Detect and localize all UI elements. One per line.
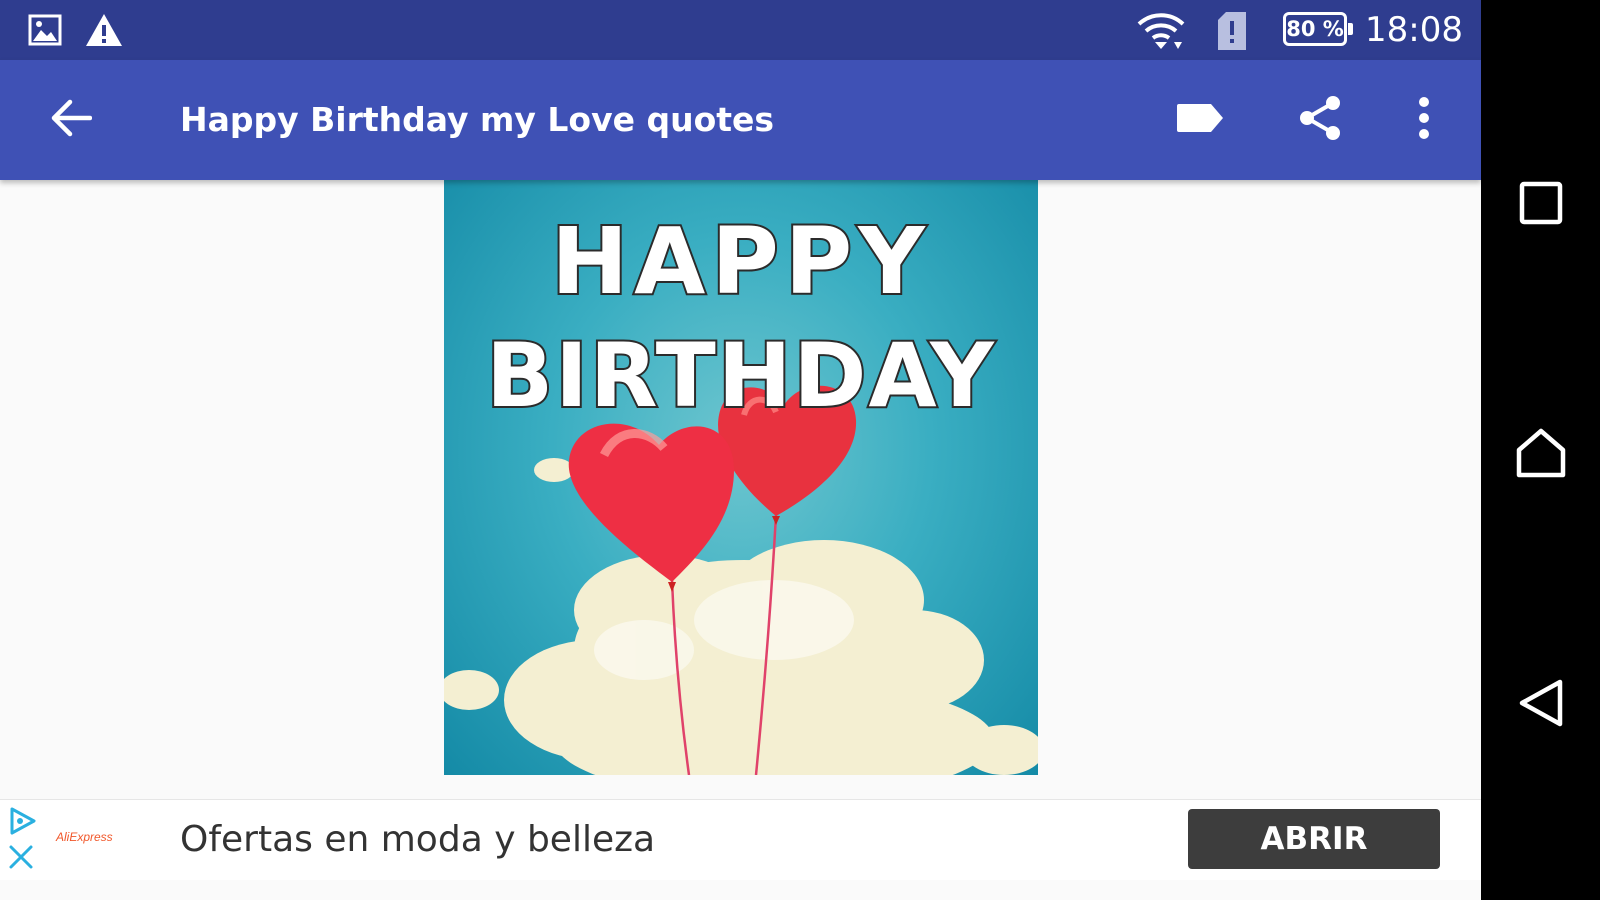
wifi-icon — [1136, 12, 1186, 57]
adchoices-icon[interactable] — [8, 806, 38, 841]
card-headline-birthday: BIRTHDAY — [484, 324, 996, 428]
label-button[interactable] — [1168, 88, 1232, 152]
image-icon — [28, 14, 62, 51]
recents-icon — [1519, 181, 1563, 230]
birthday-card-image[interactable]: HAPPY BIRTHDAY — [444, 180, 1038, 775]
status-bar: 80 % 18:08 — [0, 0, 1481, 60]
label-icon — [1175, 100, 1225, 141]
sim-alert-icon — [1216, 10, 1248, 57]
card-headline-happy: HAPPY — [549, 208, 931, 315]
more-vert-icon — [1417, 96, 1431, 145]
more-options-button[interactable] — [1392, 88, 1456, 152]
home-button[interactable] — [1481, 410, 1600, 500]
share-icon — [1297, 94, 1343, 147]
navigation-bar — [1481, 0, 1600, 900]
back-nav-button[interactable] — [1481, 660, 1600, 750]
recents-button[interactable] — [1481, 160, 1600, 250]
page-title: Happy Birthday my Love quotes — [180, 100, 775, 139]
back-button[interactable] — [38, 88, 102, 152]
battery-indicator: 80 % — [1283, 12, 1353, 46]
ad-banner[interactable]: AliExpress Ofertas en moda y belleza ABR… — [0, 799, 1481, 880]
warning-icon — [84, 12, 124, 53]
advertiser-logo: AliExpress — [56, 830, 113, 844]
app-bar: Happy Birthday my Love quotes — [0, 60, 1481, 180]
share-button[interactable] — [1288, 88, 1352, 152]
back-arrow-icon — [48, 98, 93, 143]
home-icon — [1515, 428, 1567, 483]
clock: 18:08 — [1365, 10, 1463, 50]
ad-open-button[interactable]: ABRIR — [1188, 809, 1440, 869]
back-icon — [1518, 678, 1564, 733]
close-icon[interactable] — [8, 844, 34, 875]
content-area: HAPPY BIRTHDAY — [0, 180, 1481, 775]
ad-headline[interactable]: Ofertas en moda y belleza — [180, 818, 655, 862]
